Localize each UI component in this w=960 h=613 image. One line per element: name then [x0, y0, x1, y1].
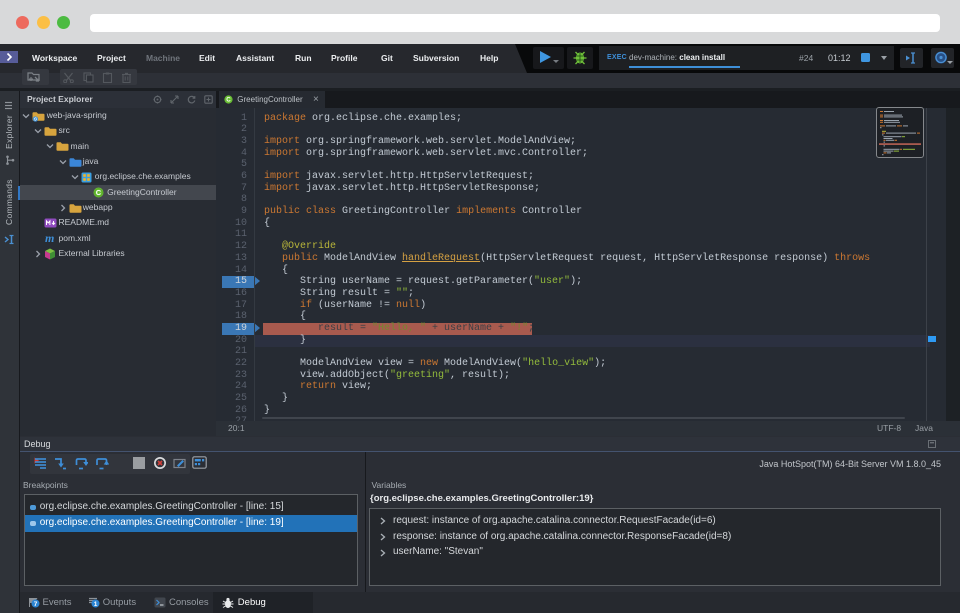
svg-text:1: 1: [94, 601, 98, 608]
svg-text:C: C: [96, 188, 102, 197]
svg-text:7: 7: [33, 601, 37, 608]
svg-text:C: C: [226, 97, 231, 104]
